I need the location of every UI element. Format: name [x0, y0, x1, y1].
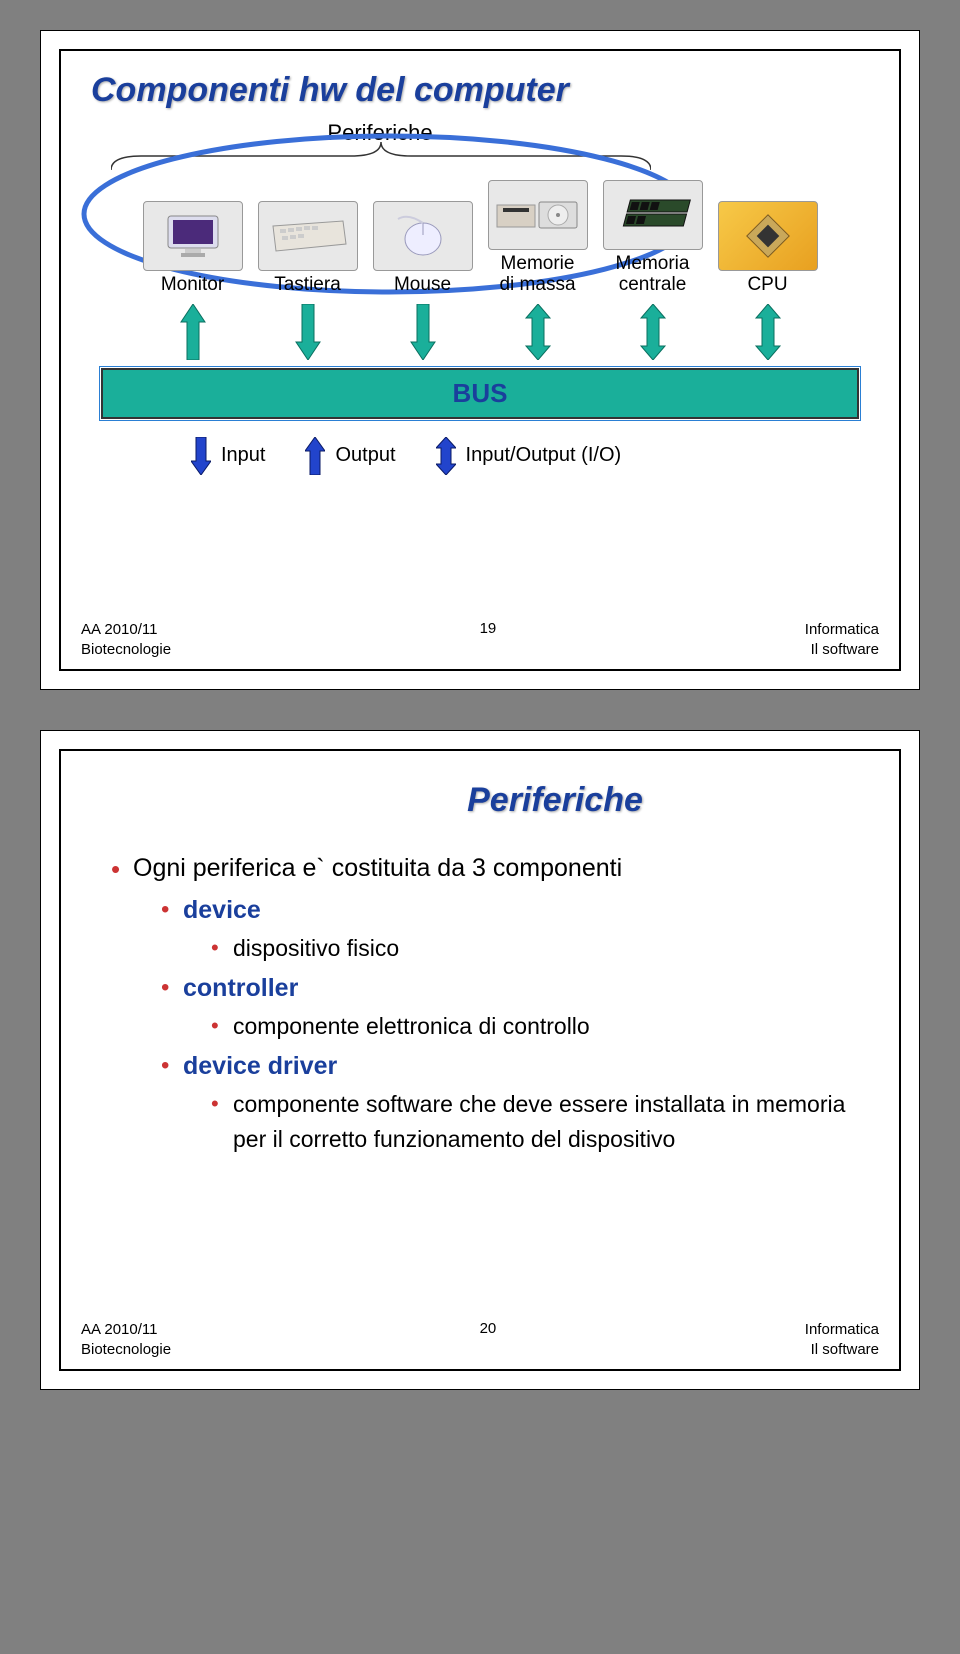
arrow-output-icon — [140, 304, 245, 360]
legend-label: Output — [335, 444, 395, 467]
desc-controller: componente elettronica di controllo — [211, 1009, 879, 1044]
slide-2: Periferiche Ogni periferica e` costituit… — [40, 730, 920, 1390]
bullet-device: device dispositivo fisico — [161, 892, 879, 966]
slide-frame: Periferiche Ogni periferica e` costituit… — [59, 749, 901, 1371]
term-device-driver: device driver — [183, 1052, 337, 1080]
footer-dept: Biotecnologie — [81, 640, 171, 660]
footer-course: Informatica — [805, 620, 879, 640]
bullet-controller: controller componente elettronica di con… — [161, 970, 879, 1044]
arrow-io-icon — [600, 304, 705, 360]
slide-footer: AA 2010/11 Biotecnologie 20 Informatica … — [81, 1320, 879, 1359]
slide-1: Componenti hw del computer Periferiche M… — [40, 30, 920, 690]
hw-label: Monitor — [140, 275, 245, 296]
footer-topic: Il software — [805, 640, 879, 660]
desc-device-driver: componente software che deve essere inst… — [211, 1087, 879, 1156]
slide-frame: Componenti hw del computer Periferiche M… — [59, 49, 901, 671]
arrow-input-icon — [370, 304, 475, 360]
arrow-down-icon — [191, 437, 211, 475]
footer-page: 19 — [480, 620, 497, 637]
bullet-intro: Ogni periferica e` costituita da 3 compo… — [111, 850, 879, 1156]
hw-label: Mouse — [370, 275, 475, 296]
legend-label: Input — [221, 444, 265, 467]
arrow-updown-icon — [436, 437, 456, 475]
legend-io: Input/Output (I/O) — [436, 437, 622, 475]
footer-page: 20 — [480, 1320, 497, 1337]
bus-bar: BUS — [101, 368, 859, 419]
hw-item-memorie-massa: Memorie di massa — [485, 180, 590, 296]
intro-text: Ogni periferica e` costituita da 3 compo… — [133, 854, 622, 882]
term-controller: controller — [183, 974, 298, 1002]
footer-right: Informatica Il software — [805, 620, 879, 659]
storage-icon — [488, 180, 588, 250]
hw-item-memoria-centrale: Memoria centrale — [600, 180, 705, 296]
hw-item-cpu: CPU — [715, 201, 820, 296]
arrow-io-icon — [715, 304, 820, 360]
monitor-icon — [143, 201, 243, 271]
hw-label: Memoria centrale — [600, 254, 705, 296]
arrow-up-icon — [305, 437, 325, 475]
bullet-list: Ogni periferica e` costituita da 3 compo… — [111, 850, 879, 1156]
legend-output: Output — [305, 437, 395, 475]
footer-year: AA 2010/11 — [81, 620, 171, 640]
hw-item-tastiera: Tastiera — [255, 201, 360, 296]
desc-device: dispositivo fisico — [211, 931, 879, 966]
footer-year: AA 2010/11 — [81, 1320, 171, 1340]
hw-item-mouse: Mouse — [370, 201, 475, 296]
legend: Input Output Input/Output (I/O) — [191, 437, 879, 475]
footer-course: Informatica — [805, 1320, 879, 1340]
ram-icon — [603, 180, 703, 250]
legend-input: Input — [191, 437, 265, 475]
arrow-row — [81, 304, 879, 360]
slide-title: Componenti hw del computer — [81, 71, 879, 110]
legend-label: Input/Output (I/O) — [466, 444, 622, 467]
hw-label: Memorie di massa — [485, 254, 590, 296]
hw-label: Tastiera — [255, 275, 360, 296]
cpu-icon — [718, 201, 818, 271]
hardware-row: Monitor Tastiera Mouse Memorie di massa — [81, 180, 879, 296]
term-device: device — [183, 896, 261, 924]
footer-dept: Biotecnologie — [81, 1340, 171, 1360]
bullet-device-driver: device driver componente software che de… — [161, 1048, 879, 1157]
hw-item-monitor: Monitor — [140, 201, 245, 296]
keyboard-icon — [258, 201, 358, 271]
mouse-icon — [373, 201, 473, 271]
arrow-input-icon — [255, 304, 360, 360]
bus-label: BUS — [453, 378, 508, 408]
footer-left: AA 2010/11 Biotecnologie — [81, 1320, 171, 1359]
arrow-io-icon — [485, 304, 590, 360]
brace-icon — [111, 142, 651, 172]
footer-topic: Il software — [805, 1340, 879, 1360]
footer-left: AA 2010/11 Biotecnologie — [81, 620, 171, 659]
hw-label: CPU — [715, 275, 820, 296]
slide-title: Periferiche — [231, 781, 879, 820]
footer-right: Informatica Il software — [805, 1320, 879, 1359]
slide-footer: AA 2010/11 Biotecnologie 19 Informatica … — [81, 620, 879, 659]
